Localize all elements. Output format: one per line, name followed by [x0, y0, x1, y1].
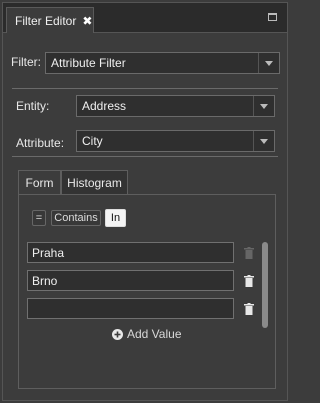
- value-input[interactable]: [27, 298, 234, 319]
- value-input[interactable]: Brno: [27, 270, 234, 291]
- filter-combo-value: Attribute Filter: [51, 56, 126, 70]
- close-icon[interactable]: ✖: [82, 14, 92, 28]
- separator: [12, 88, 278, 89]
- filter-label: Filter:: [11, 55, 41, 69]
- trash-icon[interactable]: [244, 303, 254, 315]
- attribute-label: Attribute:: [16, 136, 65, 150]
- tab-form[interactable]: Form: [18, 170, 61, 194]
- operator-equals-button[interactable]: =: [32, 210, 46, 226]
- trash-icon[interactable]: [244, 275, 254, 287]
- entity-label: Entity:: [16, 99, 50, 113]
- scrollbar[interactable]: [262, 242, 268, 328]
- entity-combo-value: Address: [82, 99, 127, 113]
- add-value-label: Add Value: [127, 327, 182, 341]
- filter-editor-panel: Filter Editor ✖ Filter: Attribute Filter…: [2, 2, 288, 401]
- chevron-down-icon[interactable]: [253, 96, 274, 116]
- trash-icon[interactable]: [244, 247, 254, 259]
- plus-circle-icon: [112, 328, 123, 340]
- tab-title: Filter Editor: [15, 13, 77, 28]
- chevron-down-icon[interactable]: [253, 131, 274, 151]
- operator-in-button[interactable]: In: [105, 209, 126, 227]
- value-input[interactable]: Praha: [27, 242, 234, 263]
- chevron-down-icon[interactable]: [258, 53, 279, 73]
- tab-filter-editor[interactable]: Filter Editor ✖: [6, 7, 94, 33]
- attribute-combo-value: City: [82, 134, 103, 148]
- tab-histogram[interactable]: Histogram: [61, 170, 128, 194]
- panel-menu-icon[interactable]: [268, 13, 277, 21]
- add-value-button[interactable]: Add Value: [112, 327, 182, 341]
- entity-combo[interactable]: Address: [76, 95, 275, 117]
- operator-contains-button[interactable]: Contains: [51, 210, 101, 226]
- panel-tab-bar: Filter Editor ✖: [3, 3, 287, 33]
- attribute-combo[interactable]: City: [76, 130, 275, 152]
- filter-combo[interactable]: Attribute Filter: [45, 52, 280, 74]
- separator: [12, 156, 278, 157]
